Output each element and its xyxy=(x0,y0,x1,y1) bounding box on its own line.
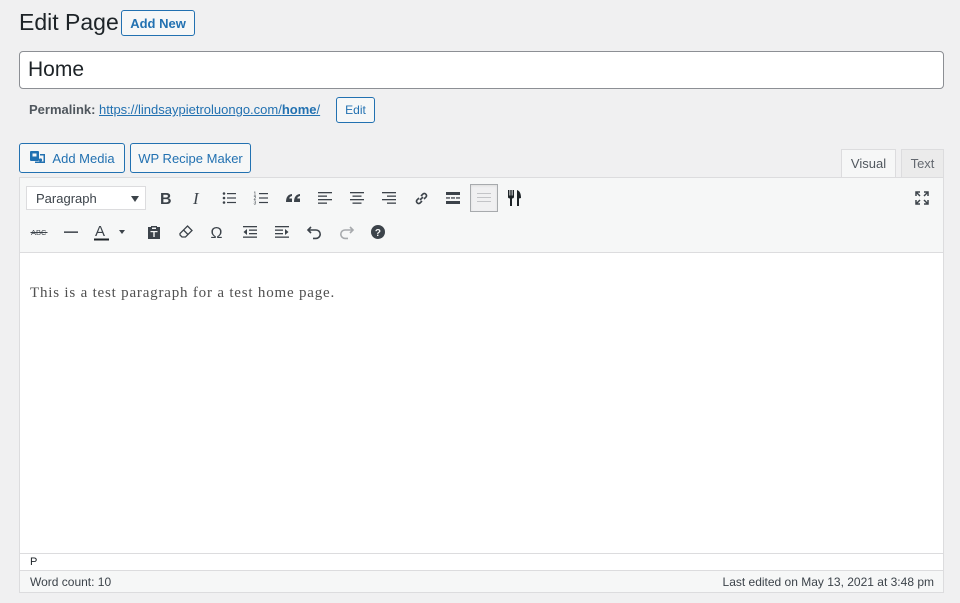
tab-visual[interactable]: Visual xyxy=(841,149,896,178)
text-color-icon[interactable]: A xyxy=(89,218,129,246)
outdent-icon[interactable] xyxy=(236,218,264,246)
svg-text:3: 3 xyxy=(254,201,257,207)
media-icon xyxy=(29,149,46,168)
fullscreen-icon[interactable] xyxy=(908,184,936,212)
page-title: Edit Page xyxy=(19,8,119,37)
special-character-icon[interactable]: Ω xyxy=(204,218,232,246)
horizontal-line-icon[interactable] xyxy=(57,218,85,246)
element-path: P xyxy=(20,553,943,570)
undo-icon[interactable] xyxy=(300,218,328,246)
toolbar-toggle-icon[interactable] xyxy=(470,184,498,212)
svg-text:?: ? xyxy=(375,228,381,239)
permalink-link[interactable]: https://lindsaypietroluongo.com/home/ xyxy=(99,102,320,117)
title-input[interactable] xyxy=(19,51,944,89)
last-edited: Last edited on May 13, 2021 at 3:48 pm xyxy=(723,575,934,589)
add-media-button[interactable]: Add Media xyxy=(19,143,125,173)
editor: Paragraph B I 123 xyxy=(19,177,944,593)
read-more-icon[interactable] xyxy=(439,184,467,212)
recipe-icon[interactable] xyxy=(501,184,529,212)
word-count: Word count: 10 xyxy=(30,575,111,589)
numbered-list-icon[interactable]: 123 xyxy=(247,184,275,212)
editor-toolbar: Paragraph B I 123 xyxy=(20,178,943,253)
redo-icon[interactable] xyxy=(332,218,360,246)
help-icon[interactable]: ? xyxy=(364,218,392,246)
permalink-edit-button[interactable]: Edit xyxy=(336,97,375,123)
wp-recipe-maker-button[interactable]: WP Recipe Maker xyxy=(130,143,251,173)
format-select[interactable]: Paragraph xyxy=(26,186,146,210)
indent-icon[interactable] xyxy=(268,218,296,246)
align-left-icon[interactable] xyxy=(311,184,339,212)
svg-text:A: A xyxy=(95,223,105,240)
paste-text-icon[interactable] xyxy=(140,218,168,246)
clear-formatting-icon[interactable] xyxy=(172,218,200,246)
svg-text:Ω: Ω xyxy=(211,225,223,240)
blockquote-icon[interactable] xyxy=(279,184,307,212)
editor-content[interactable]: This is a test paragraph for a test home… xyxy=(30,285,335,302)
permalink-label: Permalink: xyxy=(29,102,95,117)
chevron-down-icon xyxy=(131,196,139,202)
italic-icon[interactable]: I xyxy=(183,184,211,212)
link-icon[interactable] xyxy=(407,184,435,212)
bullet-list-icon[interactable] xyxy=(215,184,243,212)
strikethrough-icon[interactable]: ABC xyxy=(25,218,53,246)
add-new-button[interactable]: Add New xyxy=(121,10,195,36)
status-bar: Word count: 10 Last edited on May 13, 20… xyxy=(20,570,943,592)
align-center-icon[interactable] xyxy=(343,184,371,212)
svg-text:I: I xyxy=(192,190,200,206)
svg-text:B: B xyxy=(160,191,172,206)
align-right-icon[interactable] xyxy=(375,184,403,212)
tab-text[interactable]: Text xyxy=(901,149,944,178)
permalink-slug: home xyxy=(282,102,317,117)
bold-icon[interactable]: B xyxy=(151,184,179,212)
